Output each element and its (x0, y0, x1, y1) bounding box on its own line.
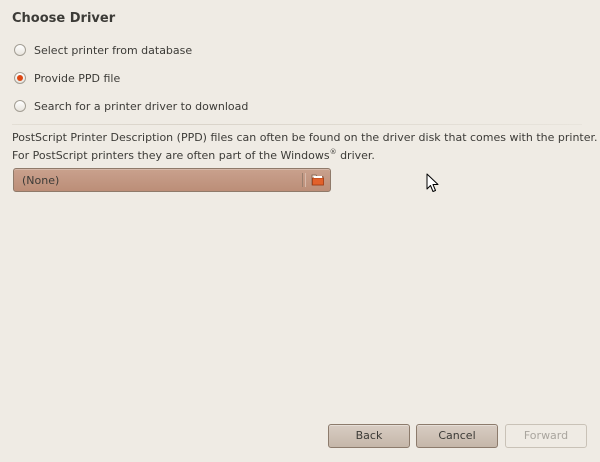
separator (12, 124, 582, 125)
radio-button[interactable] (14, 100, 26, 112)
file-chooser-divider (302, 173, 306, 187)
ppd-file-chooser-button[interactable]: (None) (13, 168, 331, 192)
radio-select-from-database[interactable]: Select printer from database (14, 42, 192, 58)
radio-provide-ppd-file[interactable]: Provide PPD file (14, 70, 120, 86)
radio-button[interactable] (14, 44, 26, 56)
cancel-button[interactable]: Cancel (416, 424, 498, 448)
radio-label: Search for a printer driver to download (34, 99, 249, 113)
radio-search-driver-download[interactable]: Search for a printer driver to download (14, 98, 248, 114)
description-line-1: PostScript Printer Description (PPD) fil… (12, 131, 598, 144)
radio-label: Provide PPD file (34, 71, 121, 85)
mouse-pointer-icon (426, 173, 439, 192)
description-text: For PostScript printers they are often p… (12, 149, 330, 162)
radio-label: Select printer from database (34, 43, 193, 57)
file-chooser-value: (None) (22, 174, 60, 187)
back-button[interactable]: Back (328, 424, 410, 448)
folder-open-icon (311, 174, 324, 186)
forward-button[interactable]: Forward (505, 424, 587, 448)
radio-button-selected[interactable] (14, 72, 26, 84)
page-title: Choose Driver (12, 11, 116, 26)
description-text-end: driver. (336, 149, 375, 162)
description-line-2: For PostScript printers they are often p… (12, 148, 592, 162)
registered-mark: ® (329, 148, 337, 156)
